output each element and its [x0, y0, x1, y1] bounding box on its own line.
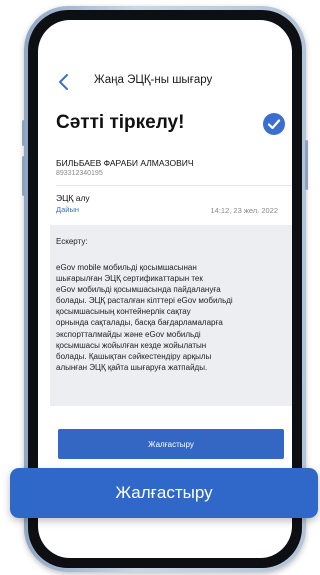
- note-line: eGov mobile мобильді қосымшасынан: [56, 263, 197, 272]
- volume-button: [22, 120, 25, 146]
- note-line: қосымшасы жойылған кезде жойылатын: [56, 340, 207, 350]
- note-line: болады. ЭЦҚ расталған кілттері eGov моби…: [56, 296, 233, 306]
- user-id: 893312340195: [56, 170, 103, 177]
- timestamp: 14:12, 23 жел. 2022: [210, 206, 278, 215]
- note-line: шығарылған ЭЦҚ сертификаттарын тек: [56, 274, 203, 284]
- note-line: экспортталмайды және eGov мобильді: [56, 329, 201, 339]
- note-title: Ескерту:: [56, 237, 88, 246]
- chevron-left-icon[interactable]: [56, 72, 72, 92]
- page-title: Жаңа ЭЦҚ-ны шығару: [94, 74, 213, 86]
- note-line: алынған ЭЦҚ қайта шығаруға жатпайды.: [56, 362, 208, 372]
- note-line: болады. Қашықтан сәйкестендіру арқылы: [56, 351, 212, 361]
- warning-note: Ескерту: eGov mobile мобильді қосымшасын…: [50, 225, 292, 406]
- volume-button: [22, 156, 25, 196]
- success-heading: Сәтті тіркелу!: [56, 112, 185, 133]
- note-body: eGov mobile мобильді қосымшасынан шығары…: [56, 262, 278, 373]
- divider: [56, 185, 292, 186]
- note-line: қосымшасының контейнерлік сақтау: [56, 307, 191, 317]
- continue-button[interactable]: Жалғастыру: [58, 429, 284, 459]
- status-badge: Дайын: [56, 205, 79, 214]
- continue-overlay-button[interactable]: Жалғастыру: [10, 468, 318, 518]
- note-line: орнында сақталады, басқа бағдарламаларға: [56, 318, 223, 328]
- check-circle-icon: [262, 112, 286, 136]
- user-full-name: БИЛЬБАЕВ ФАРАБИ АЛМАЗОВИЧ: [56, 158, 194, 168]
- note-line: eGov мобильді қосымшасында пайдалануға: [56, 285, 221, 295]
- power-button: [305, 140, 308, 190]
- top-bar: Жаңа ЭЦҚ-ны шығару: [38, 70, 292, 94]
- signature-label: ЭЦҚ алу: [56, 193, 90, 203]
